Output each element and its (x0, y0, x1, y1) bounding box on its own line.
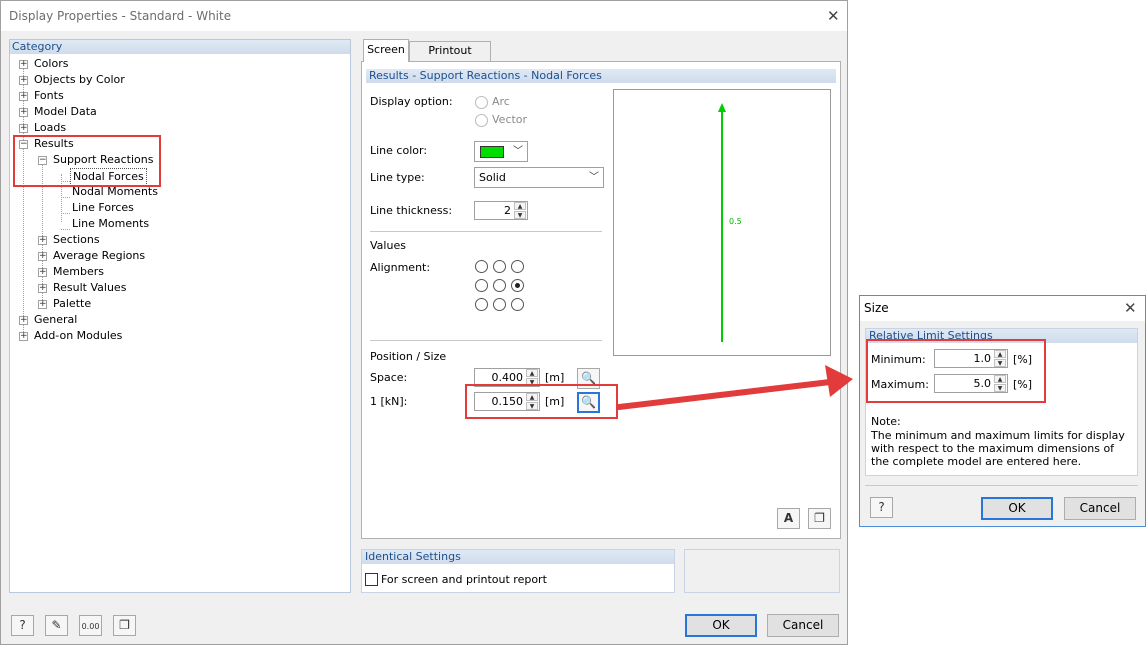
alignment-grid (475, 260, 527, 312)
line-color-picker[interactable]: ﹀ (474, 141, 528, 162)
dialog-title: Display Properties - Standard - White (9, 9, 232, 23)
expand-icon[interactable]: + (38, 284, 47, 293)
alignment-radio-top-center[interactable] (493, 260, 506, 273)
highlight-limits-box (866, 339, 1046, 403)
spin-up-icon[interactable]: ▲ (526, 369, 538, 377)
tab-printout-report[interactable]: Printout Report (409, 41, 491, 75)
expand-icon[interactable]: + (19, 108, 28, 117)
radio-vector[interactable] (475, 114, 488, 127)
space-label: Space: (370, 371, 408, 384)
size-title-bar: Size ✕ (860, 296, 1145, 321)
size-dialog-title: Size (864, 301, 889, 315)
close-icon[interactable]: ✕ (827, 8, 840, 24)
line-thickness-label: Line thickness: (370, 204, 453, 217)
radio-vector-label: Vector (492, 113, 528, 126)
font-color-icon: A (783, 511, 794, 525)
copy-icon: ❐ (119, 618, 130, 632)
copy-settings-button[interactable]: ❐ (808, 508, 831, 529)
copy-icon: ❐ (814, 511, 825, 525)
alignment-radio-middle-right[interactable] (511, 279, 524, 292)
alignment-radio-middle-center[interactable] (493, 279, 506, 292)
alignment-radio-bottom-left[interactable] (475, 298, 488, 311)
font-color-button[interactable]: A (777, 508, 800, 529)
line-type-select[interactable]: Solid ﹀ (474, 167, 604, 188)
values-label: Values (370, 239, 406, 252)
line-thickness-stepper[interactable]: 2 ▲ ▼ (474, 201, 528, 220)
expand-icon[interactable]: + (19, 60, 28, 69)
preview-value-label: 0.5 (729, 217, 742, 226)
expand-icon[interactable]: + (19, 124, 28, 133)
alignment-radio-bottom-right[interactable] (511, 298, 524, 311)
decimal-places-icon: 0.00 (81, 622, 100, 631)
edit-button[interactable]: ✎ (45, 615, 68, 636)
identical-settings-checkbox[interactable] (365, 573, 378, 586)
expand-icon[interactable]: + (19, 92, 28, 101)
screen-tab-page: Results - Support Reactions - Nodal Forc… (361, 61, 841, 539)
section-title: Results - Support Reactions - Nodal Forc… (366, 69, 836, 83)
cancel-button[interactable]: Cancel (767, 614, 839, 637)
help-button[interactable]: ? (11, 615, 34, 636)
size-cancel-button[interactable]: Cancel (1064, 497, 1136, 520)
highlight-scale-box (465, 384, 618, 419)
alignment-radio-bottom-center[interactable] (493, 298, 506, 311)
identical-settings-label: For screen and printout report (381, 573, 547, 586)
radio-arc[interactable] (475, 96, 488, 109)
expand-icon[interactable]: + (19, 332, 28, 341)
chevron-down-icon: ﹀ (513, 146, 523, 157)
preview-pane: 0.5 (613, 89, 831, 356)
category-panel: Category + Colors + Objects by Color + F… (9, 39, 351, 593)
tab-screen[interactable]: Screen (363, 39, 409, 62)
chevron-down-icon: ﹀ (589, 172, 599, 183)
alignment-label: Alignment: (370, 261, 431, 274)
title-bar: Display Properties - Standard - White ✕ (1, 1, 847, 31)
decimal-places-button[interactable]: 0.00 (79, 615, 102, 636)
spin-up-icon[interactable]: ▲ (514, 202, 526, 210)
alignment-radio-top-right[interactable] (511, 260, 524, 273)
size-dialog: Size ✕ Relative Limit Settings Minimum: … (859, 295, 1146, 527)
magnifier-icon: 🔍 (581, 371, 596, 385)
identical-settings-group: Identical Settings For screen and printo… (361, 549, 675, 593)
expand-icon[interactable]: + (38, 300, 47, 309)
note-label: Note: (871, 415, 901, 428)
display-properties-dialog: Display Properties - Standard - White ✕ … (0, 0, 848, 645)
expand-icon[interactable]: + (38, 236, 47, 245)
line-type-label: Line type: (370, 171, 425, 184)
size-ok-button[interactable]: OK (981, 497, 1053, 520)
radio-arc-label: Arc (492, 95, 510, 108)
line-color-label: Line color: (370, 144, 428, 157)
close-icon[interactable]: ✕ (1124, 300, 1137, 316)
space-unit: [m] (545, 371, 565, 384)
color-swatch (480, 146, 504, 158)
display-option-label: Display option: (370, 95, 453, 108)
alignment-radio-top-left[interactable] (475, 260, 488, 273)
expand-icon[interactable]: + (38, 268, 47, 277)
category-header: Category (10, 40, 350, 54)
note-text: The minimum and maximum limits for displ… (871, 429, 1125, 468)
highlight-tree-box (13, 135, 161, 187)
position-size-label: Position / Size (370, 350, 447, 363)
alignment-radio-middle-left[interactable] (475, 279, 488, 292)
expand-icon[interactable]: + (19, 316, 28, 325)
expand-icon[interactable]: + (38, 252, 47, 261)
help-icon: ? (19, 618, 26, 632)
expand-icon[interactable]: + (19, 76, 28, 85)
ok-button[interactable]: OK (685, 614, 757, 637)
scale-label: 1 [kN]: (370, 395, 408, 408)
identical-settings-header: Identical Settings (362, 550, 674, 564)
spin-down-icon[interactable]: ▼ (514, 211, 526, 219)
empty-group (684, 549, 840, 593)
preview-arrow (718, 103, 726, 342)
highlight-arrow (616, 365, 853, 410)
help-button[interactable]: ? (870, 497, 893, 518)
edit-icon: ✎ (51, 618, 62, 632)
copy-button[interactable]: ❐ (113, 615, 136, 636)
help-icon: ? (878, 500, 885, 514)
